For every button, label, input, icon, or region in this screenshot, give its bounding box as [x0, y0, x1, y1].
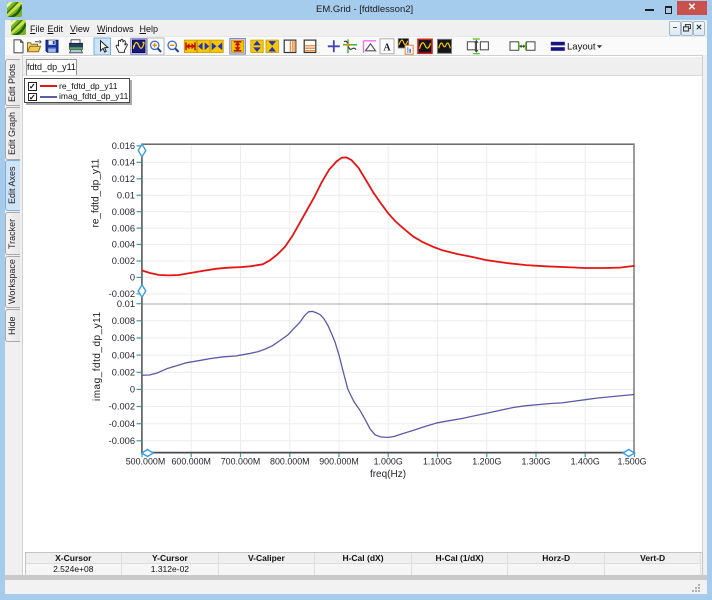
svg-text:A: A	[383, 42, 391, 53]
svg-text:0.008: 0.008	[112, 207, 135, 217]
svg-text:0: 0	[130, 385, 135, 395]
svg-text:re_fdtd_dp_y11: re_fdtd_dp_y11	[91, 158, 102, 227]
svg-text:1.400G: 1.400G	[571, 457, 600, 467]
svg-text:0: 0	[130, 273, 135, 283]
svg-text:0.01: 0.01	[117, 190, 135, 200]
svg-text:-0.002: -0.002	[109, 402, 135, 412]
svg-text:Layout: Layout	[567, 42, 596, 53]
svg-text:700.000M: 700.000M	[221, 457, 260, 467]
svg-text:-0.002: -0.002	[109, 289, 135, 299]
svg-text:1.200G: 1.200G	[472, 457, 501, 467]
svg-text:0.008: 0.008	[112, 316, 135, 326]
svg-text:-0.004: -0.004	[109, 419, 135, 429]
svg-text:600.000M: 600.000M	[171, 457, 210, 467]
svg-text:1.500G: 1.500G	[617, 457, 646, 467]
svg-text:0.002: 0.002	[112, 256, 135, 266]
svg-text:0.01: 0.01	[117, 299, 135, 309]
svg-text:0.016: 0.016	[112, 141, 135, 151]
svg-text:1.000G: 1.000G	[374, 457, 403, 467]
svg-text:500.000M: 500.000M	[126, 457, 165, 467]
svg-text:0.006: 0.006	[112, 223, 135, 233]
svg-text:imag_fdtd_dp_y11: imag_fdtd_dp_y11	[92, 311, 103, 401]
svg-text:1.300G: 1.300G	[521, 457, 550, 467]
svg-text:1.100G: 1.100G	[423, 457, 452, 467]
svg-text:0.004: 0.004	[112, 240, 135, 250]
svg-text:0.004: 0.004	[112, 350, 135, 360]
svg-text:900.000M: 900.000M	[319, 457, 358, 467]
svg-text:800.000M: 800.000M	[270, 457, 309, 467]
svg-text:-0.006: -0.006	[109, 436, 135, 446]
svg-text:0.006: 0.006	[112, 333, 135, 343]
svg-text:0.014: 0.014	[112, 158, 135, 168]
svg-text:freq(Hz): freq(Hz)	[370, 469, 406, 480]
svg-text:0.002: 0.002	[112, 368, 135, 378]
svg-text:0.012: 0.012	[112, 174, 135, 184]
